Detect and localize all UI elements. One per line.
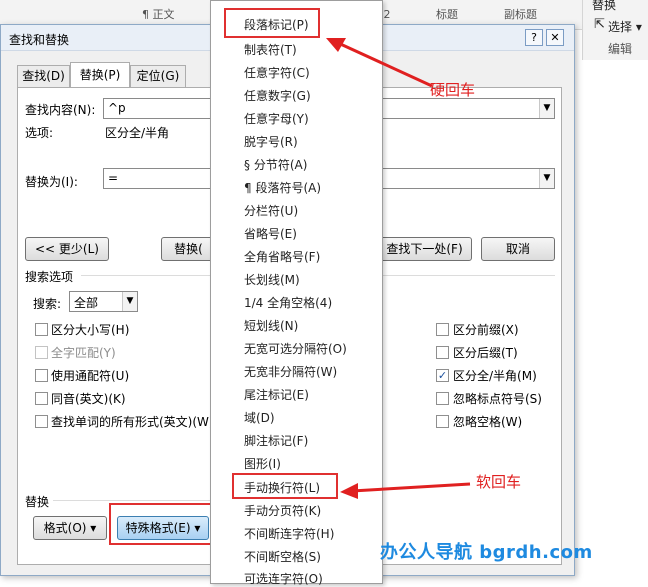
find-next-button[interactable]: 查找下一处(F): [377, 237, 472, 261]
replace-section-divider: [53, 500, 211, 501]
word-forms-checkbox[interactable]: [35, 415, 48, 428]
menu-em-dash[interactable]: 长划线(M): [244, 271, 300, 288]
special-button-highlight: [109, 503, 215, 545]
menu-graphic[interactable]: 图形(I): [244, 455, 281, 472]
wildcards-checkbox[interactable]: [35, 369, 48, 382]
match-case-label: 区分大小写(H): [51, 323, 130, 337]
width-checkbox[interactable]: ✓: [436, 369, 449, 382]
ignore-space-label: 忽略空格(W): [453, 415, 523, 429]
sounds-like-checkbox[interactable]: [35, 392, 48, 405]
line-break-highlight: [232, 473, 338, 499]
match-suffix-checkbox[interactable]: [436, 346, 449, 359]
menu-column-break[interactable]: 分栏符(U): [244, 202, 298, 219]
ignore-space-checkbox[interactable]: [436, 415, 449, 428]
cancel-button[interactable]: 取消: [481, 237, 555, 261]
replace-section-heading: 替换: [25, 495, 50, 509]
select-ribbon-button[interactable]: 选择 ▾: [608, 18, 642, 35]
arrow-hard-return-icon: [326, 38, 433, 88]
ribbon-separator: [582, 0, 583, 60]
hard-return-annotation: 硬回车: [430, 81, 476, 99]
word-forms-label: 查找单词的所有形式(英文)(W): [51, 415, 214, 429]
search-direction-select[interactable]: 全部 ▼: [69, 291, 138, 312]
options-value: 区分全/半角: [105, 126, 170, 140]
select-cursor-icon: ⇱: [594, 17, 605, 32]
dialog-title: 查找和替换: [9, 33, 70, 47]
match-suffix-label: 区分后缀(T): [453, 346, 518, 360]
find-what-value: ^p: [108, 101, 126, 115]
format-button[interactable]: 格式(O) ▾: [33, 516, 107, 540]
match-case-checkbox[interactable]: [35, 323, 48, 336]
paragraph-mark-highlight: [224, 8, 320, 38]
chevron-down-icon[interactable]: ▼: [539, 99, 554, 118]
chevron-down-icon[interactable]: ▼: [539, 169, 554, 188]
menu-any-letter[interactable]: 任意字母(Y): [244, 110, 309, 127]
editing-group: 替换 ⇱ 选择 ▾ 编辑: [582, 0, 648, 60]
help-button[interactable]: ?: [525, 29, 543, 46]
menu-any-digit[interactable]: 任意数字(G): [244, 87, 311, 104]
whole-word-checkbox: [35, 346, 48, 359]
width-label: 区分全/半角(M): [453, 369, 537, 383]
tab-replace[interactable]: 替换(P): [70, 62, 130, 88]
search-direction-label: 搜索:: [33, 297, 62, 311]
search-direction-value: 全部: [74, 296, 99, 310]
menu-field[interactable]: 域(D): [244, 409, 275, 426]
menu-any-char[interactable]: 任意字符(C): [244, 64, 310, 81]
menu-nonbreaking-hyphen[interactable]: 不间断连字符(H): [244, 525, 334, 542]
menu-pilcrow[interactable]: ¶ 段落符号(A): [244, 179, 321, 196]
menu-endnote-mark[interactable]: 尾注标记(E): [244, 386, 309, 403]
watermark: 办公人导航 bgrdh.com: [380, 542, 593, 563]
style-subtitle[interactable]: 副标题: [504, 6, 537, 24]
replace-button[interactable]: 替换(: [161, 237, 216, 261]
menu-caret[interactable]: 脱字号(R): [244, 133, 298, 150]
menu-quarter-em-space[interactable]: 1/4 全角空格(4): [244, 294, 332, 311]
menu-nonbreaking-space[interactable]: 不间断空格(S): [244, 548, 321, 565]
menu-zero-width-nonbreak[interactable]: 无宽非分隔符(W): [244, 363, 337, 380]
replace-with-label: 替换为(I):: [25, 175, 78, 189]
replace-with-value: =: [108, 171, 119, 185]
menu-ellipsis[interactable]: 省略号(E): [244, 225, 297, 242]
arrow-soft-return-icon: [340, 482, 471, 499]
style-title[interactable]: 标题: [436, 6, 458, 24]
search-options-heading: 搜索选项: [25, 270, 74, 284]
menu-section-char[interactable]: § 分节符(A): [244, 156, 307, 173]
menu-manual-page-break[interactable]: 手动分页符(K): [244, 502, 321, 519]
tab-find[interactable]: 查找(D): [17, 65, 70, 87]
whole-word-label: 全字匹配(Y): [51, 346, 116, 360]
sounds-like-label: 同音(英文)(K): [51, 392, 126, 406]
soft-return-annotation: 软回车: [476, 473, 522, 491]
ignore-punct-label: 忽略标点符号(S): [453, 392, 542, 406]
style-normal[interactable]: ¶ 正文: [142, 6, 175, 24]
match-prefix-checkbox[interactable]: [436, 323, 449, 336]
menu-footnote-mark[interactable]: 脚注标记(F): [244, 432, 308, 449]
wildcards-label: 使用通配符(U): [51, 369, 130, 383]
find-what-label: 查找内容(N):: [25, 103, 96, 117]
menu-optional-hyphen[interactable]: 可选连字符(O): [244, 570, 323, 587]
options-label: 选项:: [25, 126, 54, 140]
tab-goto[interactable]: 定位(G): [130, 65, 186, 87]
less-button[interactable]: << 更少(L): [25, 237, 109, 261]
chevron-down-icon[interactable]: ▼: [122, 292, 137, 311]
menu-fullwidth-ellipsis[interactable]: 全角省略号(F): [244, 248, 320, 265]
menu-zero-width-optional[interactable]: 无宽可选分隔符(O): [244, 340, 347, 357]
menu-tab-char[interactable]: 制表符(T): [244, 41, 297, 58]
match-prefix-label: 区分前缀(X): [453, 323, 519, 337]
ignore-punct-checkbox[interactable]: [436, 392, 449, 405]
replace-ribbon-button[interactable]: 替换: [592, 0, 616, 13]
close-button[interactable]: ✕: [546, 29, 564, 46]
editing-group-label: 编辑: [608, 42, 633, 56]
menu-en-dash[interactable]: 短划线(N): [244, 317, 298, 334]
